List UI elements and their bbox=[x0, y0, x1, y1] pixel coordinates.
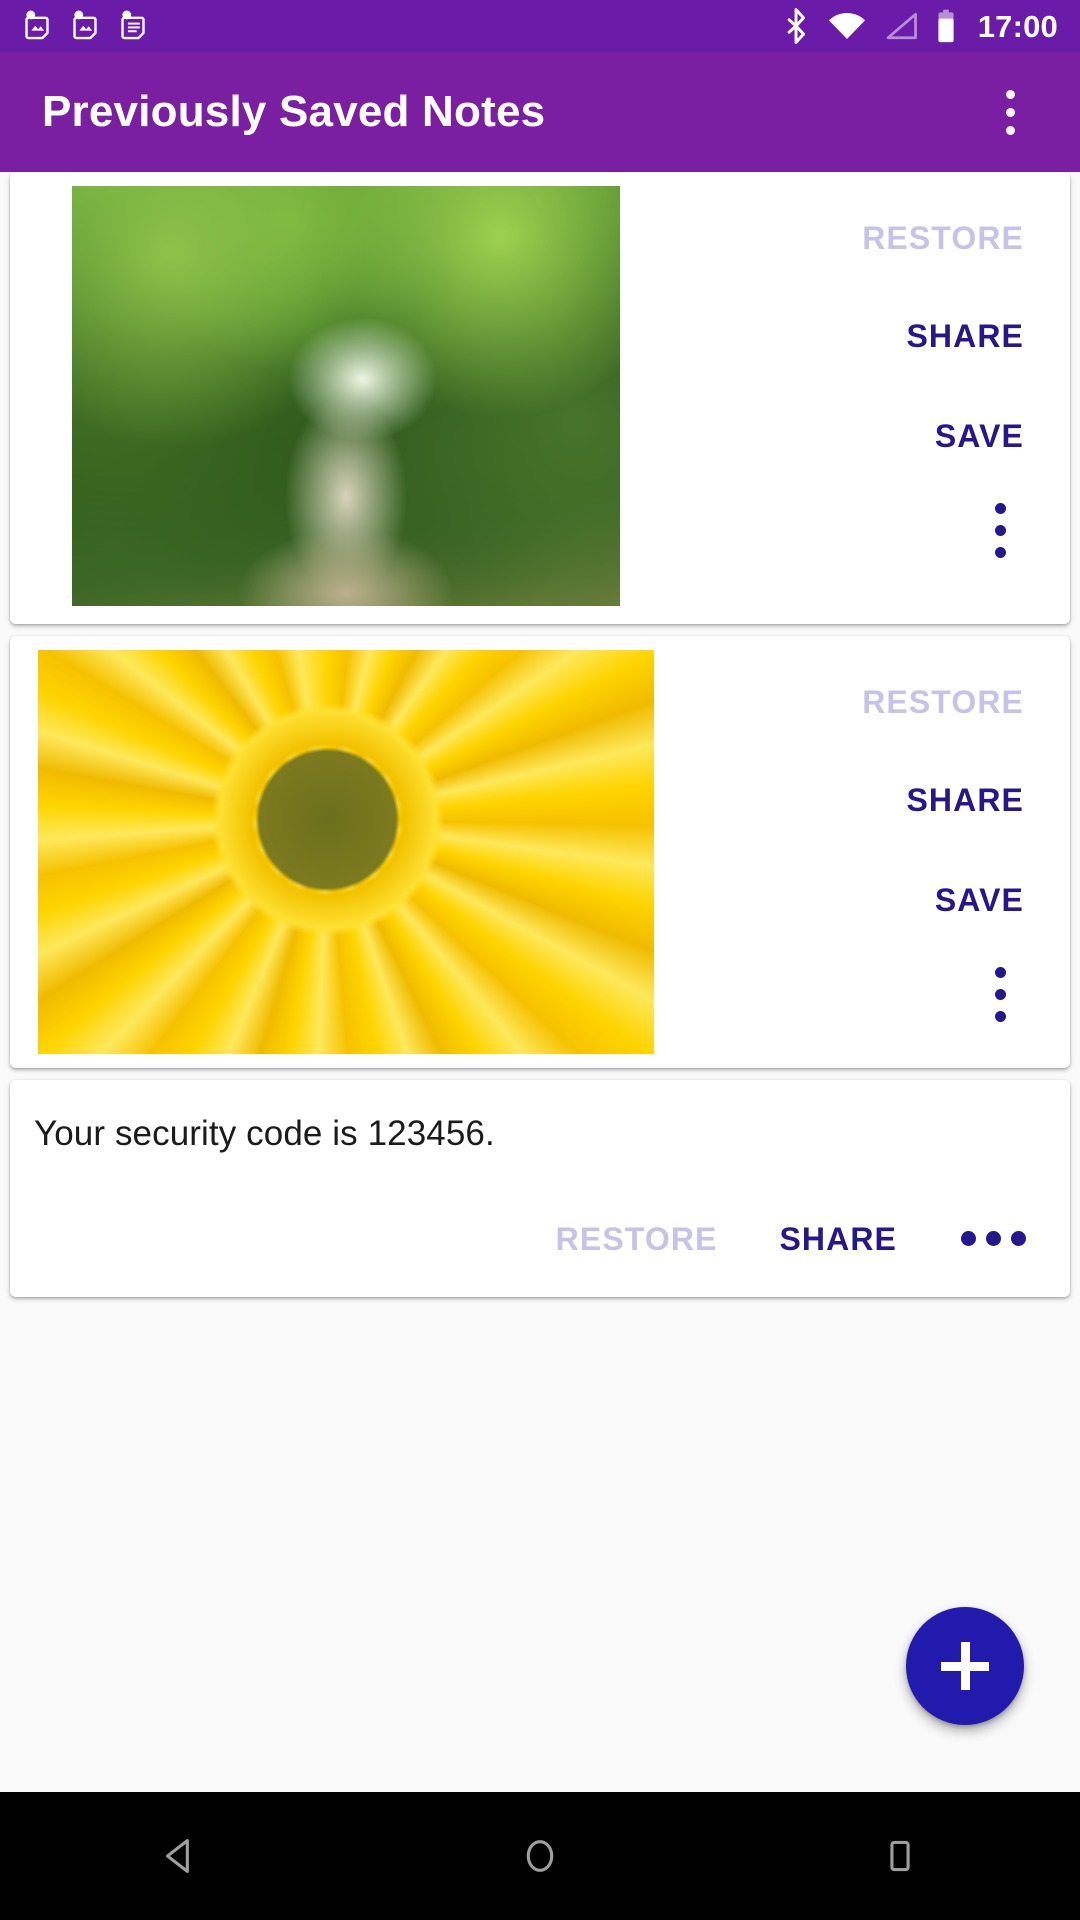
note-text: Your security code is 123456. bbox=[34, 1114, 495, 1153]
status-bar: 17:00 bbox=[0, 0, 1080, 52]
note-card-actions: RESTORE SHARE SAVE bbox=[620, 172, 1070, 566]
save-button[interactable]: SAVE bbox=[931, 870, 1028, 930]
share-button[interactable]: SHARE bbox=[775, 1209, 901, 1269]
note-card-actions: RESTORE SHARE SAVE bbox=[654, 636, 1070, 1030]
bluetooth-icon bbox=[787, 8, 805, 44]
note-image-sunflower[interactable] bbox=[38, 650, 654, 1054]
nav-back-button[interactable] bbox=[120, 1792, 240, 1920]
system-navigation-bar bbox=[0, 1792, 1080, 1920]
save-button[interactable]: SAVE bbox=[931, 406, 1028, 466]
dot bbox=[994, 966, 1006, 978]
page-title: Previously Saved Notes bbox=[42, 87, 546, 136]
note-overflow-button[interactable] bbox=[955, 1223, 1032, 1254]
restore-button[interactable]: RESTORE bbox=[858, 672, 1028, 732]
nav-home-button[interactable] bbox=[480, 1792, 600, 1920]
dot bbox=[1005, 125, 1015, 135]
dot bbox=[961, 1231, 976, 1247]
battery-icon bbox=[938, 9, 954, 43]
system-status-icons: 17:00 bbox=[784, 8, 1058, 44]
share-button[interactable]: SHARE bbox=[902, 306, 1028, 366]
note-card[interactable]: Your security code is 123456. RESTORE SH… bbox=[10, 1080, 1070, 1297]
nav-recents-button[interactable] bbox=[840, 1792, 960, 1920]
note-text-icon bbox=[121, 10, 145, 40]
dot bbox=[994, 524, 1006, 536]
restore-button[interactable]: RESTORE bbox=[858, 208, 1028, 268]
note-overflow-button[interactable] bbox=[978, 958, 1022, 1030]
app-root: 17:00 Previously Saved Notes RESTORE SHA… bbox=[0, 0, 1080, 1920]
restore-button[interactable]: RESTORE bbox=[552, 1209, 722, 1269]
dot bbox=[1005, 89, 1015, 99]
add-note-fab[interactable] bbox=[906, 1607, 1024, 1725]
share-button[interactable]: SHARE bbox=[902, 770, 1028, 830]
note-card-content: RESTORE SHARE SAVE bbox=[10, 636, 1070, 1068]
triangle-back-icon bbox=[165, 1839, 189, 1873]
note-image-icon bbox=[25, 10, 49, 40]
note-image-forest[interactable] bbox=[72, 186, 620, 606]
note-card-content: RESTORE SHARE SAVE bbox=[10, 172, 1070, 624]
dot bbox=[994, 502, 1006, 514]
note-overflow-button[interactable] bbox=[978, 494, 1022, 566]
dot bbox=[994, 988, 1006, 1000]
cellular-signal-icon bbox=[886, 12, 917, 40]
note-card-content: Your security code is 123456. RESTORE SH… bbox=[10, 1080, 1070, 1297]
dot bbox=[994, 1010, 1006, 1022]
circle-home-icon bbox=[526, 1840, 554, 1872]
square-recents-icon bbox=[890, 1840, 910, 1872]
note-card[interactable]: RESTORE SHARE SAVE bbox=[10, 172, 1070, 624]
dot bbox=[986, 1231, 1001, 1247]
note-card-actions: RESTORE SHARE bbox=[32, 1157, 1048, 1279]
app-bar: Previously Saved Notes bbox=[0, 52, 1080, 172]
note-card[interactable]: RESTORE SHARE SAVE bbox=[10, 636, 1070, 1068]
dot bbox=[994, 546, 1006, 558]
dot bbox=[1011, 1231, 1026, 1247]
dot bbox=[1005, 107, 1015, 117]
app-bar-overflow-button[interactable] bbox=[982, 70, 1038, 154]
notification-icons bbox=[22, 8, 152, 44]
status-bar-clock: 17:00 bbox=[977, 8, 1058, 44]
notes-list: RESTORE SHARE SAVE RESTORE SHARE SAVE Yo… bbox=[0, 172, 1080, 1309]
note-image-icon bbox=[73, 10, 97, 40]
wifi-icon bbox=[828, 13, 865, 39]
